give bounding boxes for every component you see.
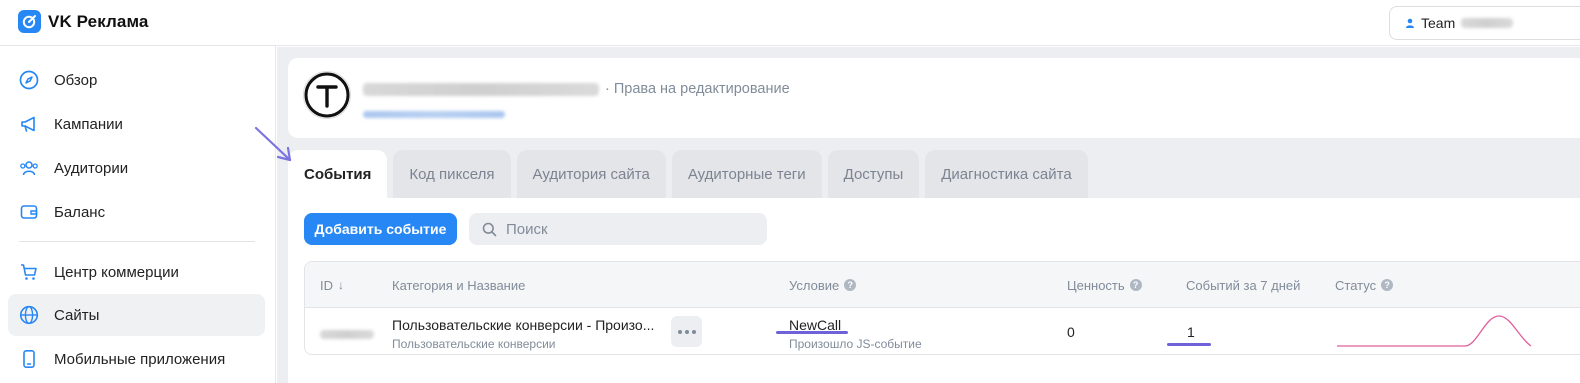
- site-tabs: События Код пикселя Аудитория сайта Ауди…: [288, 150, 1088, 198]
- event-condition-cell: NewCall Произошло JS-событие: [789, 317, 922, 351]
- annotation-underline-condition: [776, 331, 848, 334]
- site-url-redacted[interactable]: [363, 105, 505, 123]
- sidebar-item-commerce[interactable]: Центр коммерции: [8, 251, 265, 293]
- event-name: Пользовательские конверсии - Произо...: [392, 317, 655, 333]
- sidebar-item-overview[interactable]: Обзор: [8, 59, 265, 101]
- sort-arrow-icon: ↓: [338, 278, 344, 292]
- sidebar: Обзор Кампании Аудитории Баланс Центр ко…: [0, 46, 276, 383]
- cart-icon: [19, 262, 39, 282]
- site-name-row: · Права на редактирование: [363, 81, 790, 97]
- event-name-cell: Пользовательские конверсии - Произо... П…: [392, 317, 654, 351]
- sidebar-item-label: Центр коммерции: [54, 263, 179, 281]
- sidebar-divider: [19, 241, 255, 242]
- event-category: Пользовательские конверсии: [392, 337, 556, 351]
- tab-site-audience[interactable]: Аудитория сайта: [516, 150, 666, 198]
- annotation-arrow: [254, 126, 292, 162]
- column-header-status: Статус ?: [1335, 262, 1394, 308]
- sidebar-item-label: Мобильные приложения: [54, 350, 226, 368]
- main-content: · Права на редактирование События Код пи…: [277, 47, 1580, 383]
- sidebar-item-sites[interactable]: Сайты: [8, 294, 265, 336]
- annotation-underline-events: [1167, 343, 1211, 346]
- account-switcher[interactable]: Team: [1389, 6, 1580, 40]
- site-logo-icon: [303, 71, 351, 119]
- phone-icon: [19, 349, 39, 369]
- sidebar-item-label: Аудитории: [54, 159, 129, 177]
- account-label: Team: [1421, 15, 1456, 31]
- top-bar: VK Реклама Team: [0, 0, 1580, 46]
- sidebar-item-label: Обзор: [54, 71, 98, 89]
- megaphone-icon: [19, 114, 39, 134]
- audience-icon: [19, 158, 39, 178]
- event-id-redacted: [320, 326, 374, 344]
- app-logo[interactable]: VK Реклама: [18, 10, 149, 33]
- vk-ads-logo-icon: [18, 10, 41, 33]
- sidebar-item-label: Кампании: [54, 115, 123, 133]
- events-panel: Добавить событие ID ↓ Категория и Назван…: [288, 198, 1580, 383]
- sidebar-item-audiences[interactable]: Аудитории: [8, 147, 265, 189]
- user-icon: [1406, 18, 1414, 28]
- sidebar-item-label: Сайты: [54, 306, 100, 324]
- event-condition-type: Произошло JS-событие: [789, 337, 922, 351]
- column-header-condition: Условие ?: [789, 262, 857, 308]
- wallet-icon: [19, 202, 39, 222]
- compass-icon: [19, 70, 39, 90]
- event-value: 0: [1067, 324, 1075, 340]
- tab-pixel-code[interactable]: Код пикселя: [393, 150, 511, 198]
- sidebar-item-label: Баланс: [54, 203, 106, 221]
- search-input[interactable]: [506, 220, 746, 238]
- tab-site-diagnostics[interactable]: Диагностика сайта: [925, 150, 1088, 198]
- app-title: VK Реклама: [48, 11, 149, 31]
- sidebar-item-mobile-apps[interactable]: Мобильные приложения: [8, 338, 265, 380]
- site-header-card: · Права на редактирование: [288, 58, 1580, 138]
- search-icon: [482, 222, 497, 236]
- column-header-events-7d: Событий за 7 дней: [1186, 277, 1301, 293]
- help-icon[interactable]: ?: [1381, 279, 1394, 291]
- tab-access[interactable]: Доступы: [827, 150, 920, 198]
- more-dots-icon: [677, 329, 682, 334]
- help-icon[interactable]: ?: [844, 279, 857, 291]
- site-rights-label: · Права на редактирование: [605, 81, 790, 97]
- tab-audience-tags[interactable]: Аудиторные теги: [671, 150, 822, 198]
- row-more-button[interactable]: [671, 316, 702, 347]
- add-event-button[interactable]: Добавить событие: [304, 213, 457, 245]
- column-header-value: Ценность ?: [1067, 262, 1142, 308]
- event-count-7d: 1: [1187, 324, 1195, 340]
- account-name-redacted: [1461, 18, 1514, 28]
- table-header: ID ↓ Категория и Название Условие ? Ценн…: [305, 262, 1580, 308]
- table-row[interactable]: Пользовательские конверсии - Произо... П…: [305, 308, 1580, 354]
- help-icon[interactable]: ?: [1129, 279, 1142, 291]
- tab-events[interactable]: События: [288, 150, 388, 198]
- events-table: ID ↓ Категория и Название Условие ? Ценн…: [304, 261, 1580, 355]
- status-sparkline: [1335, 312, 1535, 354]
- sidebar-item-balance[interactable]: Баланс: [8, 191, 265, 233]
- column-header-name: Категория и Название: [392, 277, 526, 293]
- globe-icon: [19, 305, 39, 325]
- column-header-id[interactable]: ID ↓: [320, 262, 344, 308]
- sidebar-item-campaigns[interactable]: Кампании: [8, 103, 265, 145]
- search-box: [469, 213, 767, 245]
- site-name-redacted: [363, 82, 599, 96]
